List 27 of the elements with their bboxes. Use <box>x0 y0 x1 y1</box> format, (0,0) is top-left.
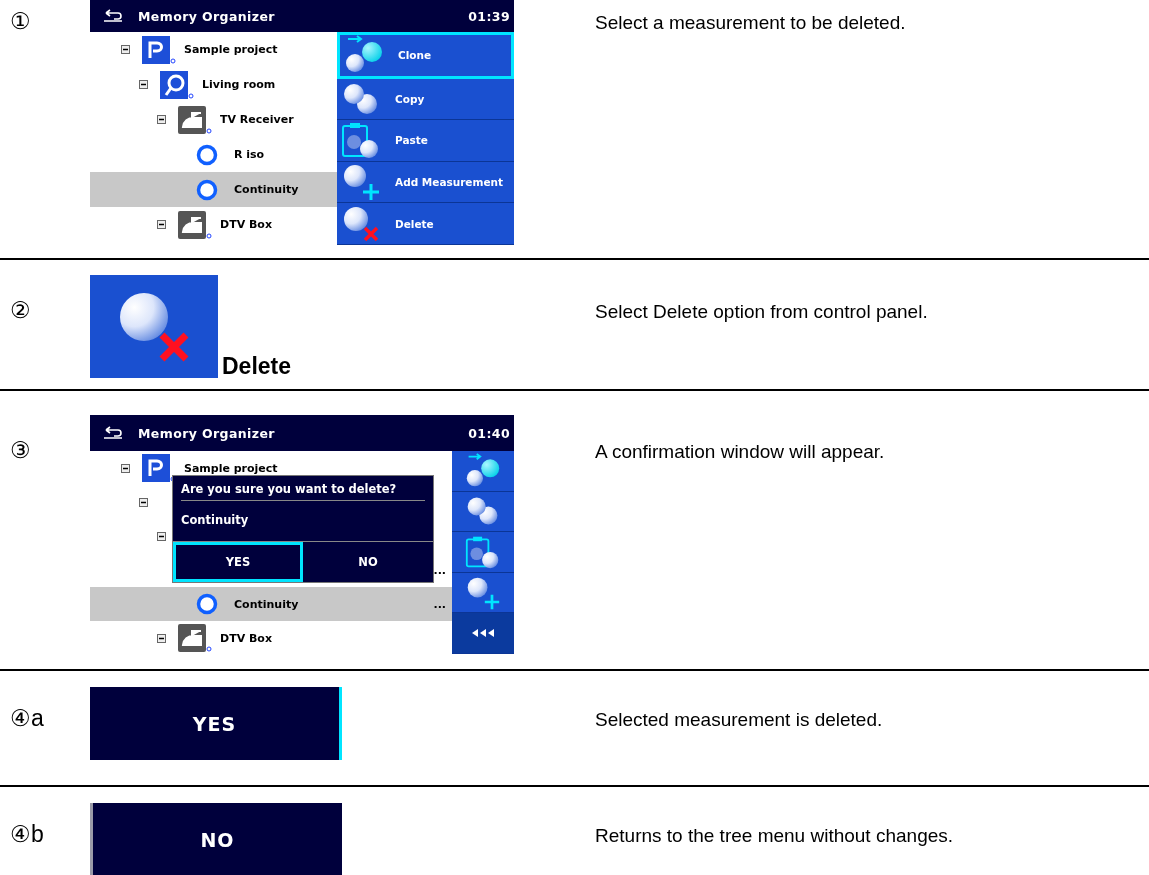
step-number: ① <box>9 8 32 36</box>
tree-item-label: Continuity <box>234 183 299 196</box>
dialog-item: Continuity <box>173 501 433 542</box>
more-dots: ... <box>433 597 446 611</box>
step-description: Select Delete option from control panel. <box>595 301 929 324</box>
step-number: ② <box>9 297 32 325</box>
screen-title: Memory Organizer <box>138 425 275 441</box>
step-description: Selected measurement is deleted. <box>595 709 884 732</box>
tile-label: Delete <box>222 355 292 378</box>
tree-item-label: Sample project <box>184 43 278 56</box>
tree-item-label: Sample project <box>184 461 278 475</box>
tree-item-label: Continuity <box>234 597 299 611</box>
tree-item-label: DTV Box <box>220 218 272 231</box>
step-description: Returns to the tree menu without changes. <box>595 825 955 848</box>
tree-item-label: R iso <box>234 148 265 161</box>
tree-item-label: Living room <box>202 78 276 91</box>
screen-title: Memory Organizer <box>138 8 275 24</box>
tree-item-label: TV Receiver <box>220 113 294 126</box>
step-description: Select a measurement to be deleted. <box>595 12 907 35</box>
step-number: ③ <box>9 437 32 465</box>
step-number: ④a <box>9 705 45 733</box>
dialog-question: Are you sure you want to delete? <box>181 482 425 501</box>
clock-text: 01:40 <box>468 425 510 441</box>
step-description: A confirmation window will appear. <box>595 441 886 464</box>
tree-item-label: DTV Box <box>220 631 272 645</box>
step-number: ④b <box>9 821 45 849</box>
clock-text: 01:39 <box>468 8 510 24</box>
